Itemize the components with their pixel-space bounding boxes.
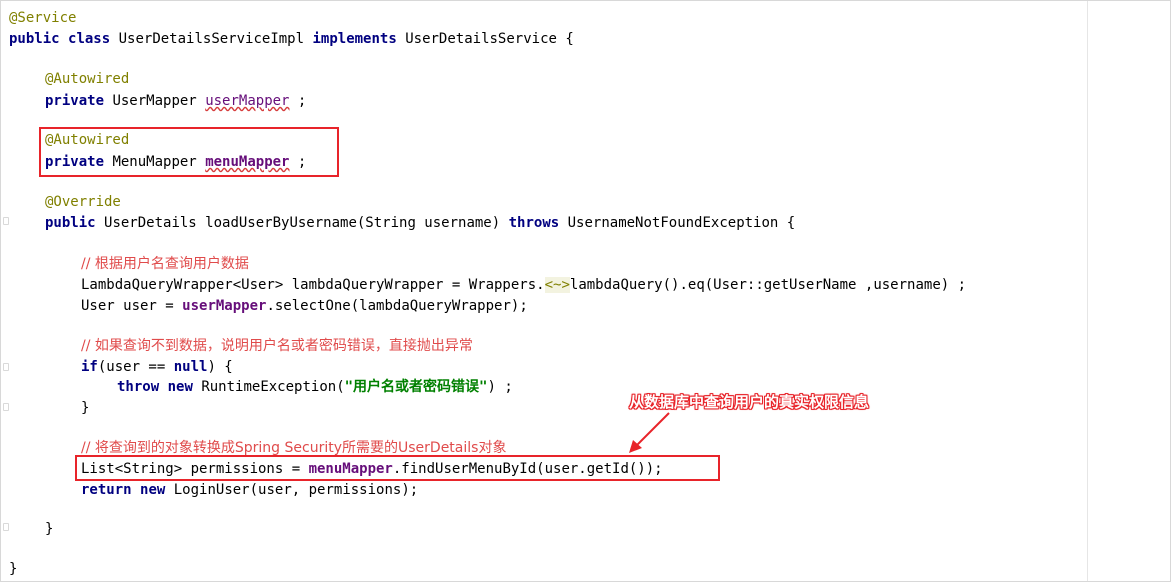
code-text: ; — [289, 93, 307, 109]
right-margin-guide — [1087, 1, 1088, 581]
folded-generic[interactable]: <~> — [544, 277, 570, 293]
keyword: implements — [312, 31, 397, 47]
code-text: ) { — [207, 359, 233, 375]
annotation: @Autowired — [45, 71, 130, 87]
keyword: throws — [508, 215, 560, 231]
callout-arrow-icon — [629, 412, 670, 453]
code-text: User user = — [81, 298, 183, 314]
keyword: null — [173, 359, 208, 375]
keyword: new — [140, 482, 166, 498]
field-name: userMapper — [182, 298, 267, 314]
keyword: throw — [117, 379, 160, 395]
highlight-box — [75, 455, 720, 481]
code-line[interactable]: // 如果查询不到数据，说明用户名或者密码错误，直接抛出异常 — [81, 336, 473, 356]
comment: // 如果查询不到数据，说明用户名或者密码错误，直接抛出异常 — [81, 338, 473, 354]
string-literal: "用户名或者密码错误" — [344, 379, 488, 395]
highlight-box — [39, 127, 339, 177]
method-signature: UserDetails loadUserByUsername(String us… — [104, 215, 501, 231]
fold-marker-icon[interactable] — [3, 363, 9, 371]
code-line[interactable]: @Service — [9, 8, 76, 28]
code-line[interactable]: } — [81, 398, 89, 418]
fold-marker-icon[interactable] — [3, 217, 9, 225]
closing-brace: } — [9, 561, 18, 577]
code-text: LambdaQueryWrapper<User> lambdaQueryWrap… — [81, 277, 545, 293]
code-line[interactable]: public class UserDetailsServiceImpl impl… — [9, 29, 574, 49]
code-text: (user == — [97, 359, 174, 375]
code-line[interactable]: } — [9, 559, 17, 579]
fold-marker-icon[interactable] — [3, 403, 9, 411]
comment: // 根据用户名查询用户数据 — [81, 256, 249, 272]
keyword: private — [45, 93, 105, 109]
type-name: UserMapper — [112, 93, 197, 109]
code-text: RuntimeException( — [201, 379, 345, 395]
field-name: userMapper — [205, 93, 290, 109]
code-text: .selectOne(lambdaQueryWrapper); — [266, 298, 528, 314]
closing-brace: } — [45, 521, 54, 537]
code-text: ) ; — [487, 379, 513, 395]
code-line[interactable]: @Autowired — [45, 69, 129, 89]
code-line[interactable]: @Override — [45, 192, 121, 212]
code-text: lambdaQuery().eq(User::getUserName ,user… — [569, 277, 967, 293]
code-line[interactable]: } — [45, 519, 53, 539]
code-line[interactable]: return new LoginUser(user, permissions); — [81, 480, 418, 500]
annotation: @Service — [9, 10, 77, 26]
keyword: new — [167, 379, 193, 395]
keyword: public — [9, 31, 60, 47]
code-line[interactable]: private UserMapper userMapper ; — [45, 91, 306, 111]
code-line[interactable]: // 根据用户名查询用户数据 — [81, 254, 249, 274]
exception-name: UsernameNotFoundException { — [567, 215, 796, 231]
interface-name: UserDetailsService { — [405, 31, 574, 47]
code-text: LoginUser(user, permissions); — [173, 482, 419, 498]
code-line[interactable]: public UserDetails loadUserByUsername(St… — [45, 213, 795, 233]
keyword: public — [45, 215, 96, 231]
closing-brace: } — [81, 400, 90, 416]
code-editor[interactable]: @Service public class UserDetailsService… — [0, 0, 1171, 582]
fold-marker-icon[interactable] — [3, 523, 9, 531]
class-name: UserDetailsServiceImpl — [118, 31, 305, 47]
comment: // 将查询到的对象转换成Spring Security所需要的UserDeta… — [81, 440, 507, 456]
annotation: @Override — [45, 194, 121, 210]
code-line[interactable]: User user = userMapper.selectOne(lambdaQ… — [81, 296, 528, 316]
keyword: if — [81, 359, 98, 375]
code-line[interactable]: if(user == null) { — [81, 357, 233, 377]
keyword: return — [81, 482, 132, 498]
code-line[interactable]: LambdaQueryWrapper<User> lambdaQueryWrap… — [81, 275, 966, 295]
code-line[interactable]: throw new RuntimeException("用户名或者密码错误") … — [117, 377, 513, 397]
keyword: class — [68, 31, 111, 47]
